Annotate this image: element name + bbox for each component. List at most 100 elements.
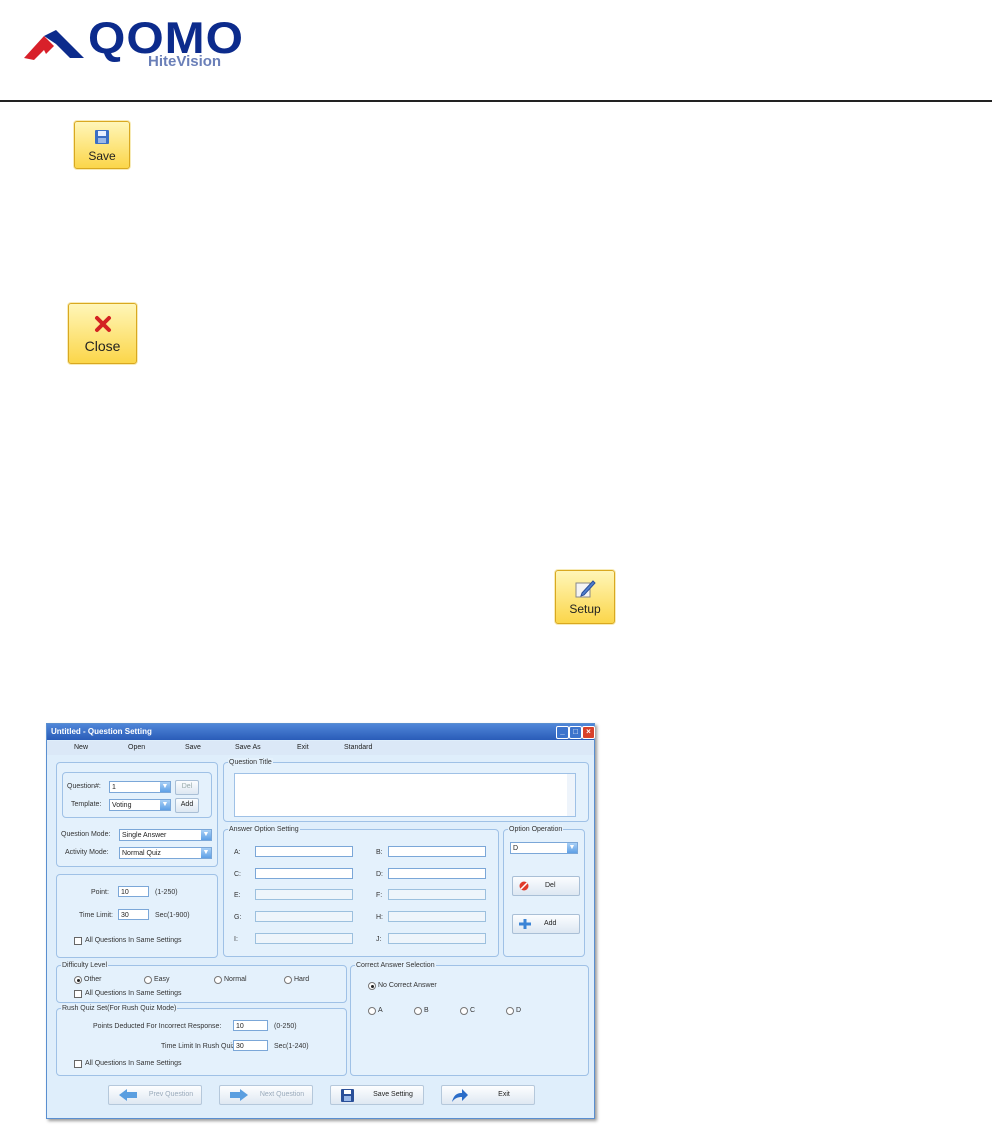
prev-question-button[interactable]: Prev Question [108, 1085, 202, 1105]
difficulty-hard-label: Hard [294, 976, 310, 983]
option-d-input[interactable] [388, 868, 486, 879]
exit-button[interactable]: Exit [441, 1085, 535, 1105]
correct-a-radio[interactable] [368, 1007, 376, 1015]
option-c-input[interactable] [255, 868, 353, 879]
logo-mark-icon [24, 30, 84, 60]
difficulty-group: Difficulty Level Other Easy Normal Hard … [56, 961, 347, 1003]
question-mode-panel: Question#: 1 ▼ Del Template: Voting ▼ Add … [56, 762, 218, 867]
correct-answer-legend: Correct Answer Selection [355, 961, 436, 970]
edit-pencil-icon [575, 580, 596, 598]
option-g-input[interactable] [255, 911, 353, 922]
difficulty-same-settings-checkbox[interactable] [74, 990, 82, 998]
rush-points-range: (0-250) [274, 1023, 297, 1030]
option-add-button[interactable]: Add [512, 914, 580, 934]
menu-save[interactable]: Save [185, 744, 201, 751]
maximize-icon[interactable]: □ [569, 726, 582, 739]
exit-label: Exit [498, 1091, 510, 1098]
template-add-button[interactable]: Add [175, 798, 199, 813]
no-correct-answer-radio[interactable] [368, 982, 376, 990]
menu-exit[interactable]: Exit [297, 744, 309, 751]
question-mode-value: Single Answer [122, 832, 167, 839]
difficulty-easy-radio[interactable] [144, 976, 152, 984]
menu-open[interactable]: Open [128, 744, 145, 751]
difficulty-same-settings-label: All Questions In Same Settings [85, 990, 182, 997]
question-mode-combo[interactable]: Single Answer ▼ [119, 829, 212, 841]
point-range: (1-250) [155, 889, 178, 896]
activity-mode-value: Normal Quiz [122, 850, 161, 857]
close-x-icon [94, 315, 111, 332]
activity-mode-label: Activity Mode: [65, 849, 109, 856]
setup-button-label: Setup [569, 602, 601, 616]
question-title-group: Question Title [223, 758, 589, 822]
option-f-input[interactable] [388, 889, 486, 900]
option-b-input[interactable] [388, 846, 486, 857]
correct-d-label: D [516, 1007, 522, 1014]
question-number-combo[interactable]: 1 ▼ [109, 781, 171, 793]
correct-b-label: B [424, 1007, 429, 1014]
correct-c-label: C [470, 1007, 476, 1014]
point-input[interactable]: 10 [118, 886, 149, 897]
question-del-button[interactable]: Del [175, 780, 199, 795]
scrollbar[interactable] [567, 774, 575, 816]
no-entry-icon [519, 881, 529, 891]
same-settings-label: All Questions In Same Settings [85, 937, 182, 944]
template-combo[interactable]: Voting ▼ [109, 799, 171, 811]
save-setting-button[interactable]: Save Setting [330, 1085, 424, 1105]
option-j-label: J: [376, 936, 382, 943]
question-title-textarea[interactable] [234, 773, 576, 817]
time-limit-input[interactable]: 30 [118, 909, 149, 920]
option-j-input[interactable] [388, 933, 486, 944]
difficulty-normal-radio[interactable] [214, 976, 222, 984]
rush-time-range: Sec(1-240) [274, 1043, 309, 1050]
correct-b-radio[interactable] [414, 1007, 422, 1015]
option-e-input[interactable] [255, 889, 353, 900]
arrow-left-icon [119, 1089, 137, 1101]
rush-quiz-group: Rush Quiz Set(For Rush Quiz Mode) Points… [56, 1004, 347, 1076]
rush-time-input[interactable]: 30 [233, 1040, 268, 1051]
option-a-input[interactable] [255, 846, 353, 857]
difficulty-easy-label: Easy [154, 976, 170, 983]
menu-standard[interactable]: Standard [344, 744, 372, 751]
same-settings-checkbox[interactable] [74, 937, 82, 945]
rush-same-settings-checkbox[interactable] [74, 1060, 82, 1068]
logo-subtext: HiteVision [148, 53, 222, 70]
option-g-label: G: [234, 914, 242, 921]
question-setting-window: Untitled - Question Setting _ □ × New Op… [46, 723, 595, 1119]
rush-points-label: Points Deducted For Incorrect Response: [93, 1023, 222, 1030]
next-question-button[interactable]: Next Question [219, 1085, 313, 1105]
option-e-label: E: [234, 892, 241, 899]
option-c-label: C: [234, 871, 241, 878]
chevron-down-icon: ▼ [201, 830, 211, 840]
window-titlebar: Untitled - Question Setting _ □ × [47, 724, 595, 740]
difficulty-hard-radio[interactable] [284, 976, 292, 984]
menu-new[interactable]: New [74, 744, 88, 751]
option-b-label: B: [376, 849, 383, 856]
activity-mode-combo[interactable]: Normal Quiz ▼ [119, 847, 212, 859]
rush-points-input[interactable]: 10 [233, 1020, 268, 1031]
close-window-icon[interactable]: × [582, 726, 595, 739]
time-limit-range: Sec(1-900) [155, 912, 190, 919]
question-mode-label: Question Mode: [61, 831, 111, 838]
difficulty-other-radio[interactable] [74, 976, 82, 984]
correct-d-radio[interactable] [506, 1007, 514, 1015]
option-operation-combo[interactable]: D ▼ [510, 842, 578, 854]
option-del-button[interactable]: Del [512, 876, 580, 896]
menu-save-as[interactable]: Save As [235, 744, 261, 751]
chevron-down-icon: ▼ [160, 782, 170, 792]
save-button[interactable]: Save [74, 121, 130, 169]
option-h-input[interactable] [388, 911, 486, 922]
question-title-legend: Question Title [228, 758, 273, 767]
option-i-input[interactable] [255, 933, 353, 944]
close-button[interactable]: Close [68, 303, 137, 364]
answer-option-legend: Answer Option Setting [228, 825, 300, 834]
save-button-label: Save [88, 148, 116, 163]
no-correct-answer-label: No Correct Answer [378, 982, 437, 989]
template-value: Voting [112, 802, 132, 809]
header-rule [0, 100, 992, 102]
minimize-icon[interactable]: _ [556, 726, 569, 739]
correct-c-radio[interactable] [460, 1007, 468, 1015]
rush-same-settings-label: All Questions In Same Settings [85, 1060, 182, 1067]
correct-a-label: A [378, 1007, 383, 1014]
setup-button[interactable]: Setup [555, 570, 615, 624]
difficulty-other-label: Other [84, 976, 102, 983]
